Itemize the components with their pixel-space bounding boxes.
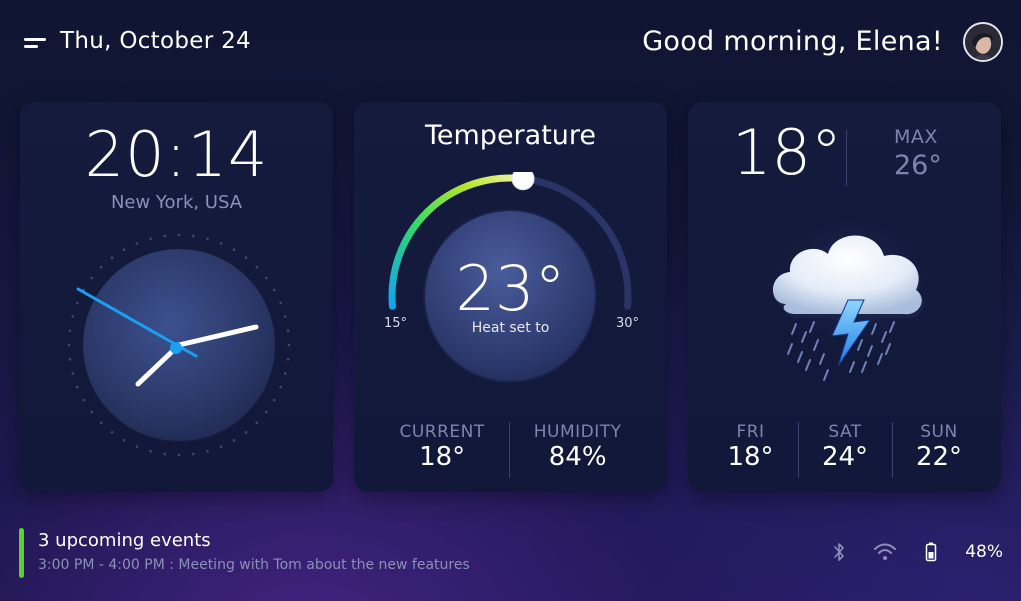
clock-dot xyxy=(206,449,209,453)
clock-dot xyxy=(264,410,268,414)
clock-dot xyxy=(149,237,152,241)
clock-dot xyxy=(286,329,290,332)
set-temperature: 23° xyxy=(455,252,566,325)
battery-icon[interactable] xyxy=(919,540,943,564)
clock-dot xyxy=(287,343,291,347)
weather-max-value: 26° xyxy=(894,150,942,181)
status-bar: 48% xyxy=(827,540,1003,564)
clock-dot xyxy=(135,242,139,245)
events-title[interactable]: 3 upcoming events xyxy=(38,530,211,551)
clock-dot xyxy=(68,358,72,361)
current-value: 18° xyxy=(419,442,466,472)
clock-dot xyxy=(122,438,126,442)
weather-card: 18° MAX 26° FRI 18° SAT 24° SUN 22° xyxy=(688,102,1001,492)
forecast-day: SUN xyxy=(920,422,958,442)
clock-dot xyxy=(163,452,166,456)
gauge-handle[interactable] xyxy=(511,172,535,191)
thermostat-stats: CURRENT 18° HUMIDITY 84% xyxy=(354,422,667,478)
clock-dot xyxy=(264,276,268,280)
analog-clock xyxy=(67,233,291,457)
clock-dot xyxy=(135,445,139,448)
gauge-min-label: 15° xyxy=(384,316,408,331)
clock-dot xyxy=(110,430,114,434)
clock-dot xyxy=(76,301,79,305)
clock-dot xyxy=(71,315,75,318)
clock-dot xyxy=(272,398,276,402)
clock-dot xyxy=(90,276,94,280)
clock-dot xyxy=(286,358,290,361)
temperature-card: Temperature 23° Heat set to 15° 30° CURR… xyxy=(354,102,667,492)
forecast-row: FRI 18° SAT 24° SUN 22° xyxy=(688,422,1001,478)
avatar[interactable] xyxy=(963,22,1003,62)
dashboard-screen: Thu, October 24 Good morning, Elena! 20:… xyxy=(0,0,1021,601)
wifi-icon[interactable] xyxy=(873,540,897,564)
clock-dot xyxy=(255,421,259,425)
clock-dot xyxy=(163,234,166,238)
clock-dot xyxy=(67,343,71,347)
clock-card: 20:14 New York, USA xyxy=(20,102,333,492)
humidity-value: 84% xyxy=(548,442,607,472)
clock-dot xyxy=(244,430,248,434)
forecast-temp: 22° xyxy=(915,442,963,472)
clock-dot xyxy=(71,372,75,375)
clock-dot xyxy=(279,301,282,305)
clock-dot xyxy=(122,248,126,252)
clock-dot xyxy=(110,256,114,260)
forecast-day: SAT xyxy=(828,422,862,442)
clock-dot xyxy=(177,453,181,457)
clock-dot xyxy=(279,385,282,389)
humidity-label: HUMIDITY xyxy=(533,422,622,442)
clock-dot xyxy=(82,398,86,402)
weather-divider xyxy=(846,130,847,186)
avatar-portrait-icon xyxy=(965,24,1001,60)
greeting-text: Good morning, Elena! xyxy=(642,26,943,57)
clock-dot xyxy=(255,265,259,269)
clock-dot xyxy=(272,288,276,292)
clock-dot xyxy=(149,449,152,453)
clock-dot xyxy=(244,256,248,260)
current-stat: CURRENT 18° xyxy=(375,422,508,478)
clock-dot xyxy=(99,421,103,425)
events-accent-bar xyxy=(19,528,24,578)
header-date: Thu, October 24 xyxy=(60,28,251,54)
forecast-item: SUN 22° xyxy=(891,422,986,478)
digital-time: 20:14 xyxy=(84,118,269,191)
current-label: CURRENT xyxy=(399,422,485,442)
clock-location: New York, USA xyxy=(110,192,243,213)
humidity-stat: HUMIDITY 84% xyxy=(508,422,646,478)
clock-dot xyxy=(219,445,223,448)
clock-dot xyxy=(192,452,195,456)
thunderstorm-rain-icon xyxy=(769,214,933,381)
clock-center-pin xyxy=(170,342,182,354)
event-detail[interactable]: 3:00 PM - 4:00 PM : Meeting with Tom abo… xyxy=(38,557,470,573)
bluetooth-icon[interactable] xyxy=(827,540,851,564)
clock-dot xyxy=(68,329,72,332)
clock-dot xyxy=(232,248,236,252)
menu-icon[interactable] xyxy=(24,36,46,50)
clock-dot xyxy=(232,438,236,442)
clock-dot xyxy=(206,237,209,241)
forecast-temp: 18° xyxy=(727,442,774,472)
forecast-day: FRI xyxy=(736,422,765,442)
forecast-item: FRI 18° xyxy=(704,422,798,478)
weather-max-label: MAX xyxy=(894,126,938,148)
clock-dot xyxy=(192,234,195,238)
gauge-max-label: 30° xyxy=(616,316,640,331)
battery-percentage: 48% xyxy=(965,542,1003,562)
clock-dot xyxy=(76,385,79,389)
forecast-item: SAT 24° xyxy=(797,422,892,478)
clock-dot xyxy=(90,410,94,414)
forecast-temp: 24° xyxy=(821,442,869,472)
clock-dot xyxy=(283,315,287,318)
weather-current-temp: 18° xyxy=(732,116,842,189)
clock-dot xyxy=(177,233,181,237)
clock-dot xyxy=(219,242,223,245)
clock-dot xyxy=(99,265,103,269)
clock-dot xyxy=(283,372,287,375)
temperature-title: Temperature xyxy=(424,120,597,151)
